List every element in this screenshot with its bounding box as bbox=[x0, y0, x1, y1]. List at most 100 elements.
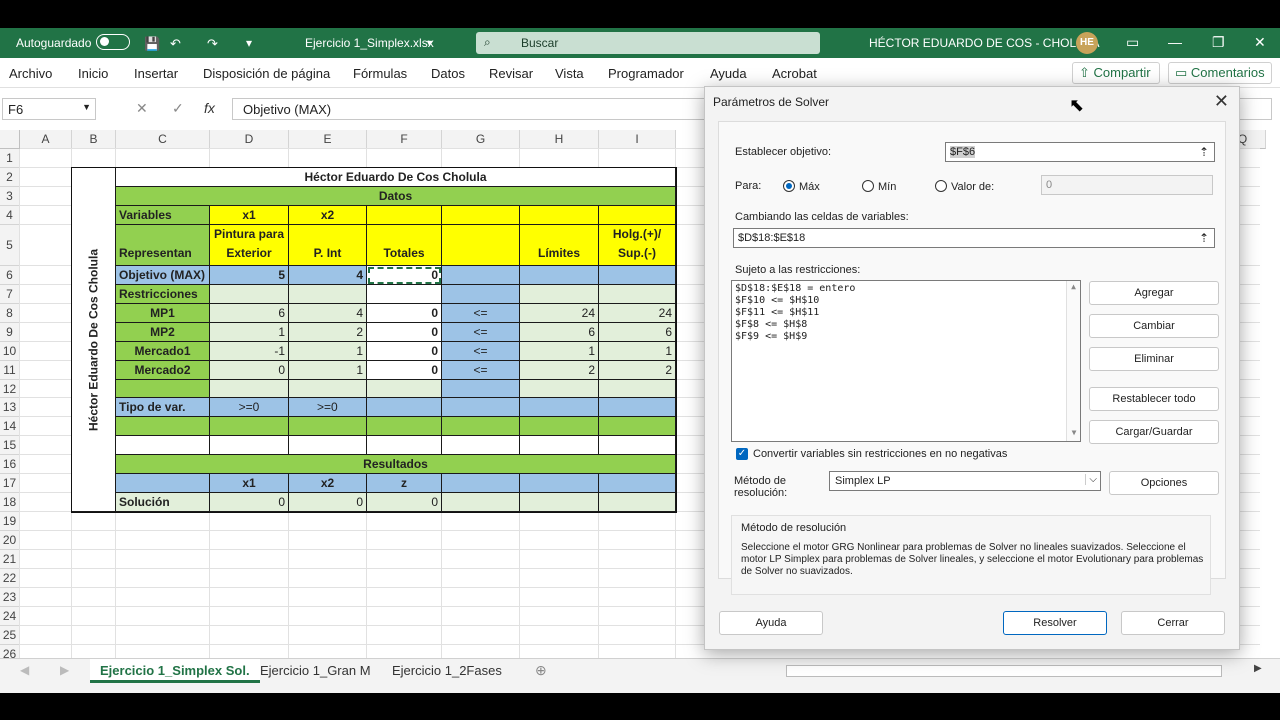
row-header[interactable]: 15 bbox=[0, 436, 20, 455]
row-header[interactable]: 23 bbox=[0, 588, 20, 607]
constraint-x1[interactable]: 6 bbox=[210, 304, 289, 323]
menu-revisar[interactable]: Revisar bbox=[489, 66, 533, 81]
row-header[interactable]: 10 bbox=[0, 342, 20, 361]
cell[interactable] bbox=[599, 380, 676, 398]
x1-header[interactable]: x1 bbox=[210, 206, 289, 225]
row-header[interactable]: 16 bbox=[0, 455, 20, 474]
solucion-label[interactable]: Solución bbox=[116, 493, 210, 512]
constraint-limit[interactable]: 6 bbox=[520, 323, 599, 342]
cell[interactable] bbox=[367, 285, 442, 304]
cell[interactable] bbox=[442, 266, 520, 285]
constraint-item[interactable]: $F$11 <= $H$11 bbox=[735, 307, 1077, 319]
constraint-limit[interactable]: 2 bbox=[520, 361, 599, 380]
cell[interactable] bbox=[289, 285, 367, 304]
row-header[interactable]: 1 bbox=[0, 149, 20, 168]
delete-button[interactable]: Eliminar bbox=[1089, 347, 1219, 371]
result-x2-header[interactable]: x2 bbox=[289, 474, 367, 493]
objetivo-label[interactable]: Objetivo (MAX) bbox=[116, 266, 210, 285]
horizontal-scrollbar[interactable] bbox=[786, 665, 1222, 677]
datos-header[interactable]: Datos bbox=[116, 187, 676, 206]
resultados-header[interactable]: Resultados bbox=[116, 455, 676, 474]
constraint-slack[interactable]: 2 bbox=[599, 361, 676, 380]
representan-label[interactable]: Representan bbox=[116, 225, 210, 266]
column-header[interactable]: H bbox=[520, 130, 599, 149]
collapse-icon[interactable]: ⇡ bbox=[1196, 144, 1212, 160]
constraint-item[interactable]: $D$18:$E$18 = entero bbox=[735, 283, 1077, 295]
constraint-operator[interactable]: <= bbox=[442, 304, 520, 323]
cell[interactable] bbox=[520, 436, 599, 455]
constraints-scrollbar[interactable]: ▲ ▼ bbox=[1066, 281, 1080, 441]
cell[interactable] bbox=[599, 417, 676, 436]
cell[interactable] bbox=[442, 493, 520, 512]
cell[interactable] bbox=[520, 380, 599, 398]
constraint-operator[interactable]: <= bbox=[442, 342, 520, 361]
limites-header[interactable]: Límites bbox=[520, 225, 599, 266]
share-button[interactable]: ⇧ Compartir bbox=[1072, 62, 1160, 84]
restore-icon[interactable]: ❐ bbox=[1212, 34, 1225, 51]
column-header[interactable]: A bbox=[20, 130, 72, 149]
result-z-header[interactable]: z bbox=[367, 474, 442, 493]
restricciones-label[interactable]: Restricciones bbox=[116, 285, 210, 304]
menu-acrobat[interactable]: Acrobat bbox=[772, 66, 817, 81]
cell[interactable] bbox=[367, 206, 442, 225]
enter-icon[interactable]: ✓ bbox=[172, 100, 184, 117]
constraint-x1[interactable]: 0 bbox=[210, 361, 289, 380]
autosave-toggle[interactable] bbox=[96, 34, 130, 50]
row-header[interactable]: 6 bbox=[0, 266, 20, 285]
cell[interactable] bbox=[599, 398, 676, 417]
constraint-slack[interactable]: 24 bbox=[599, 304, 676, 323]
constraint-item[interactable]: $F$10 <= $H$10 bbox=[735, 295, 1077, 307]
row-header[interactable]: 22 bbox=[0, 569, 20, 588]
obj-total[interactable]: 0 bbox=[367, 266, 442, 285]
cell[interactable] bbox=[367, 436, 442, 455]
constraints-list[interactable]: $D$18:$E$18 = entero $F$10 <= $H$10 $F$1… bbox=[731, 280, 1081, 442]
constraint-x2[interactable]: 1 bbox=[289, 361, 367, 380]
sol-x1[interactable]: 0 bbox=[210, 493, 289, 512]
constraint-total[interactable]: 0 bbox=[367, 361, 442, 380]
cell[interactable] bbox=[599, 493, 676, 512]
cell[interactable] bbox=[289, 380, 367, 398]
obj-x1[interactable]: 5 bbox=[210, 266, 289, 285]
cell[interactable] bbox=[520, 474, 599, 493]
row-header[interactable]: 9 bbox=[0, 323, 20, 342]
constraint-name[interactable]: Mercado1 bbox=[116, 342, 210, 361]
row-header[interactable]: 19 bbox=[0, 512, 20, 531]
constraint-limit[interactable]: 1 bbox=[520, 342, 599, 361]
constraint-x2[interactable]: 1 bbox=[289, 342, 367, 361]
cell[interactable] bbox=[210, 380, 289, 398]
cell[interactable] bbox=[520, 398, 599, 417]
file-name[interactable]: Ejercicio 1_Simplex.xlsx bbox=[305, 36, 434, 50]
menu-programador[interactable]: Programador bbox=[608, 66, 684, 81]
row-header[interactable]: 20 bbox=[0, 531, 20, 550]
changing-input[interactable]: $D$18:$E$18 ⇡ bbox=[733, 228, 1215, 248]
avatar[interactable]: HE bbox=[1076, 32, 1098, 54]
scroll-down-icon[interactable]: ▼ bbox=[1067, 427, 1081, 439]
constraint-x1[interactable]: 1 bbox=[210, 323, 289, 342]
constraint-total[interactable]: 0 bbox=[367, 342, 442, 361]
valor-radio[interactable] bbox=[935, 180, 947, 192]
cell[interactable] bbox=[289, 417, 367, 436]
change-button[interactable]: Cambiar bbox=[1089, 314, 1219, 338]
tipo-label[interactable]: Tipo de var. bbox=[116, 398, 210, 417]
constraint-operator[interactable]: <= bbox=[442, 361, 520, 380]
constraint-name[interactable]: MP1 bbox=[116, 304, 210, 323]
column-header[interactable]: E bbox=[289, 130, 367, 149]
row-header[interactable]: 3 bbox=[0, 187, 20, 206]
cell[interactable] bbox=[210, 417, 289, 436]
tab-prev-icon[interactable]: ◀ bbox=[20, 663, 29, 677]
menu-archivo[interactable]: Archivo bbox=[9, 66, 52, 81]
constraint-limit[interactable]: 24 bbox=[520, 304, 599, 323]
menu-datos[interactable]: Datos bbox=[431, 66, 465, 81]
row-header[interactable]: 11 bbox=[0, 361, 20, 380]
cancel-icon[interactable]: ✕ bbox=[136, 100, 148, 117]
row-header[interactable]: 21 bbox=[0, 550, 20, 569]
sheet-title[interactable]: Héctor Eduardo De Cos Cholula bbox=[116, 168, 676, 187]
scroll-right-icon[interactable]: ▶ bbox=[1254, 663, 1262, 674]
scroll-up-icon[interactable]: ▲ bbox=[1067, 281, 1080, 293]
cell[interactable] bbox=[442, 417, 520, 436]
collapse-icon[interactable]: ⇡ bbox=[1196, 230, 1212, 246]
row-header[interactable]: 5 bbox=[0, 225, 20, 266]
cell[interactable] bbox=[599, 266, 676, 285]
cell[interactable] bbox=[210, 436, 289, 455]
menu-formulas[interactable]: Fórmulas bbox=[353, 66, 407, 81]
